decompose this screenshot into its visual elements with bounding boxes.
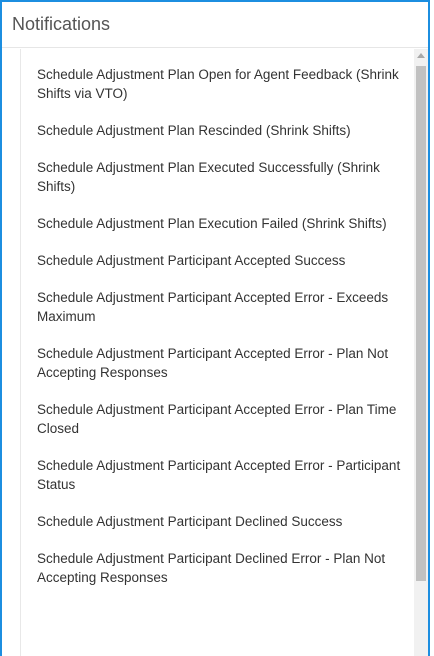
notification-item[interactable]: Schedule Adjustment Participant Accepted… xyxy=(21,270,414,326)
notification-item[interactable]: Schedule Adjustment Participant Accepted… xyxy=(21,438,414,494)
notification-item[interactable]: Schedule Adjustment Plan Execution Faile… xyxy=(21,196,414,233)
notifications-list-container: Schedule Adjustment Plan Open for Agent … xyxy=(20,49,428,656)
panel-title: Notifications xyxy=(2,2,428,48)
vertical-scrollbar[interactable] xyxy=(414,49,428,656)
notification-item[interactable]: Schedule Adjustment Plan Rescinded (Shri… xyxy=(21,103,414,140)
notification-item[interactable]: Schedule Adjustment Plan Open for Agent … xyxy=(21,49,414,103)
notification-item[interactable]: Schedule Adjustment Participant Accepted… xyxy=(21,382,414,438)
notification-item[interactable]: Schedule Adjustment Participant Accepted… xyxy=(21,233,414,270)
notifications-list: Schedule Adjustment Plan Open for Agent … xyxy=(21,49,414,656)
notifications-panel: Notifications Schedule Adjustment Plan O… xyxy=(0,0,430,656)
notification-item[interactable]: Schedule Adjustment Participant Accepted… xyxy=(21,326,414,382)
notification-item[interactable]: Schedule Adjustment Plan Executed Succes… xyxy=(21,140,414,196)
notification-item[interactable]: Schedule Adjustment Participant Declined… xyxy=(21,494,414,531)
scroll-up-arrow-icon[interactable] xyxy=(417,53,425,58)
scrollbar-thumb[interactable] xyxy=(416,66,426,581)
notification-item[interactable]: Schedule Adjustment Participant Declined… xyxy=(21,531,414,587)
